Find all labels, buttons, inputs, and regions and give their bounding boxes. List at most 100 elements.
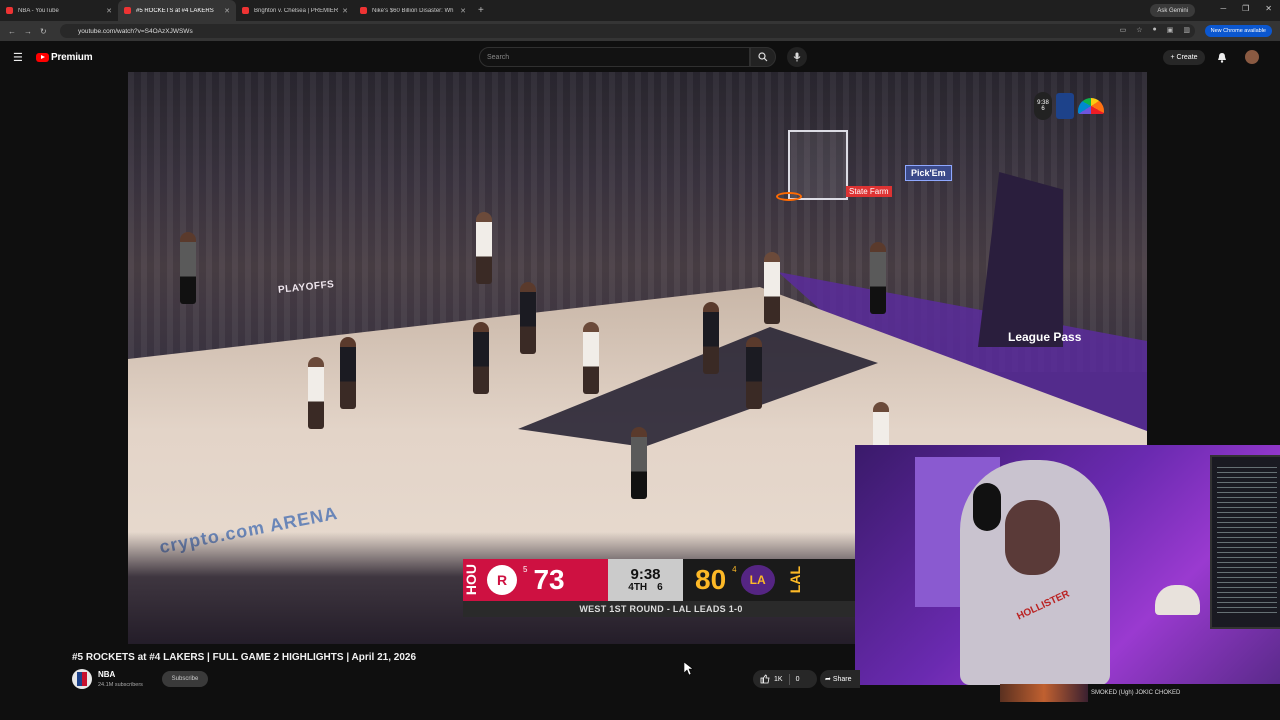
youtube-favicon-icon <box>6 7 13 14</box>
nbc-peacock-icon <box>1078 98 1104 114</box>
browser-tab-nike[interactable]: Nike's $60 Billion Disaster: Wh ✕ <box>354 0 472 21</box>
rim <box>776 192 802 201</box>
logo-text: Premium <box>51 52 93 63</box>
series-text: WEST 1ST ROUND - LAL LEADS 1-0 <box>579 604 743 614</box>
lakers-abbr: LAL <box>786 566 803 594</box>
new-chrome-available-button[interactable]: New Chrome available <box>1204 25 1272 37</box>
dislike-count[interactable]: 0 <box>796 676 800 683</box>
ask-gemini-button[interactable]: Ask Gemini <box>1150 4 1195 17</box>
broadcast-bug: 9:38 6 <box>1034 92 1104 120</box>
youtube-premium-logo[interactable]: Premium <box>36 52 93 63</box>
hat-on-shelf <box>1155 585 1200 615</box>
game-clock-panel: 9:38 4TH 6 <box>608 559 683 601</box>
like-count[interactable]: 1K <box>774 676 783 683</box>
mouse-cursor-icon <box>684 662 694 676</box>
league-pass-sign: League Pass <box>1008 330 1082 344</box>
youtube-favicon-icon <box>360 7 367 14</box>
series-status: WEST 1ST ROUND - LAL LEADS 1-0 <box>463 601 859 617</box>
url-text: youtube.com/watch?v=S4OAzXJWSWs <box>78 27 193 35</box>
puzzle-icon[interactable]: ▣ <box>1167 26 1174 34</box>
player-rockets <box>308 357 324 429</box>
minimize-icon[interactable]: ─ <box>1220 4 1226 13</box>
player-lakers <box>520 282 536 354</box>
streamer-webcam: HOLLISTER <box>855 445 1280 685</box>
webcam-monitor <box>1210 455 1280 629</box>
cast-icon[interactable]: ▭ <box>1120 26 1127 34</box>
youtube-favicon-icon <box>242 7 249 14</box>
tab-close-icon[interactable]: ✕ <box>460 7 466 15</box>
player-rockets <box>764 252 780 324</box>
headphones-icon <box>973 483 1001 531</box>
player-lakers <box>340 337 356 409</box>
sidepanel-icon[interactable]: ▥ <box>1183 26 1190 34</box>
rockets-abbr: HOU <box>463 564 479 596</box>
monitor-text-lines <box>1217 467 1277 617</box>
channel-name[interactable]: NBA <box>98 670 115 679</box>
close-window-icon[interactable]: ✕ <box>1265 4 1272 13</box>
bug-clock: 9:38 6 <box>1034 92 1052 120</box>
notifications-bell-icon[interactable] <box>1217 52 1227 63</box>
browser-tab-rockets-lakers[interactable]: #5 ROCKETS at #4 LAKERS ✕ <box>118 0 236 21</box>
create-label: Create <box>1176 54 1198 61</box>
tab-close-icon[interactable]: ✕ <box>106 7 112 15</box>
subscribe-button[interactable]: Subscribe <box>162 671 208 687</box>
toolbar-icons: ▭ ☆ ● ▣ ▥ <box>1120 26 1190 34</box>
create-button[interactable]: + Create <box>1163 50 1205 65</box>
rockets-score: 73 <box>533 564 565 595</box>
subscribe-label: Subscribe <box>171 676 199 682</box>
chat-text: SMOKED (Ugh) JOKIC CHOKED <box>1091 689 1181 696</box>
share-button[interactable]: ➦ Share <box>820 670 860 688</box>
voice-search-button[interactable] <box>787 47 807 67</box>
bookmark-star-icon[interactable]: ☆ <box>1136 26 1142 34</box>
rockets-logo-icon: R <box>487 565 517 595</box>
reload-icon[interactable]: ↻ <box>40 27 47 36</box>
lakers-logo-icon: LA <box>740 565 775 595</box>
scoreboard-lakers: 80 4 LA LAL <box>683 559 859 601</box>
scoreboard: HOU R 5 73 9:38 4TH 6 80 4 LA LAL <box>463 559 859 601</box>
video-title: #5 ROCKETS at #4 LAKERS | FULL GAME 2 HI… <box>72 652 417 663</box>
browser-toolbar: ← → ↻ youtube.com/watch?v=S4OAzXJWSWs ▭ … <box>0 21 1280 41</box>
forward-icon[interactable]: → <box>24 27 32 36</box>
game-clock: 9:38 <box>630 566 661 583</box>
search-button[interactable] <box>750 47 776 67</box>
player-lakers <box>473 322 489 394</box>
youtube-favicon-icon <box>124 7 131 14</box>
back-icon[interactable]: ← <box>8 27 16 36</box>
rockets-seed: 5 <box>523 565 528 574</box>
tab-title: Nike's $60 Billion Disaster: Wh <box>372 7 454 14</box>
player-rockets <box>476 212 492 284</box>
menu-icon[interactable]: ☰ <box>13 51 23 64</box>
search-input[interactable]: Search <box>479 47 750 67</box>
address-bar[interactable]: youtube.com/watch?v=S4OAzXJWSWs <box>60 24 1195 38</box>
extension-icon[interactable]: ● <box>1153 26 1157 34</box>
tab-close-icon[interactable]: ✕ <box>342 7 348 15</box>
stream-chat-ticker: SMOKED (Ugh) JOKIC CHOKED <box>1000 684 1280 702</box>
tab-title: Brighton v. Chelsea | PREMIER <box>254 7 339 14</box>
period-row: 4TH 6 <box>628 582 662 593</box>
lakers-score: 80 <box>695 564 727 595</box>
backboard <box>788 130 848 200</box>
player-lakers <box>703 302 719 374</box>
referee <box>180 232 196 304</box>
search-placeholder: Search <box>487 53 510 61</box>
restore-icon[interactable]: ❐ <box>1242 4 1249 13</box>
scoreboard-rockets: HOU R 5 73 <box>463 559 608 601</box>
tab-close-icon[interactable]: ✕ <box>224 7 230 15</box>
share-label: Share <box>832 675 852 683</box>
browser-tab-nba[interactable]: NBA - YouTube ✕ <box>0 0 118 21</box>
shot-clock: 6 <box>657 582 663 593</box>
like-dislike-group: 1K 0 <box>753 670 817 688</box>
channel-avatar[interactable] <box>72 669 92 689</box>
player-lakers <box>746 337 762 409</box>
browser-tab-brighton-chelsea[interactable]: Brighton v. Chelsea | PREMIER ✕ <box>236 0 354 21</box>
new-tab-button[interactable]: + <box>472 5 490 16</box>
referee <box>631 427 647 499</box>
tab-title: NBA - YouTube <box>18 7 59 14</box>
nba-logo-icon <box>77 672 87 686</box>
thumbs-up-icon[interactable] <box>760 674 770 684</box>
share-icon: ➦ <box>825 676 833 683</box>
ask-gemini-label: Ask Gemini <box>1157 7 1188 14</box>
like-divider <box>788 673 790 685</box>
account-avatar[interactable] <box>1245 50 1259 64</box>
nba-logo-icon <box>1056 93 1074 119</box>
